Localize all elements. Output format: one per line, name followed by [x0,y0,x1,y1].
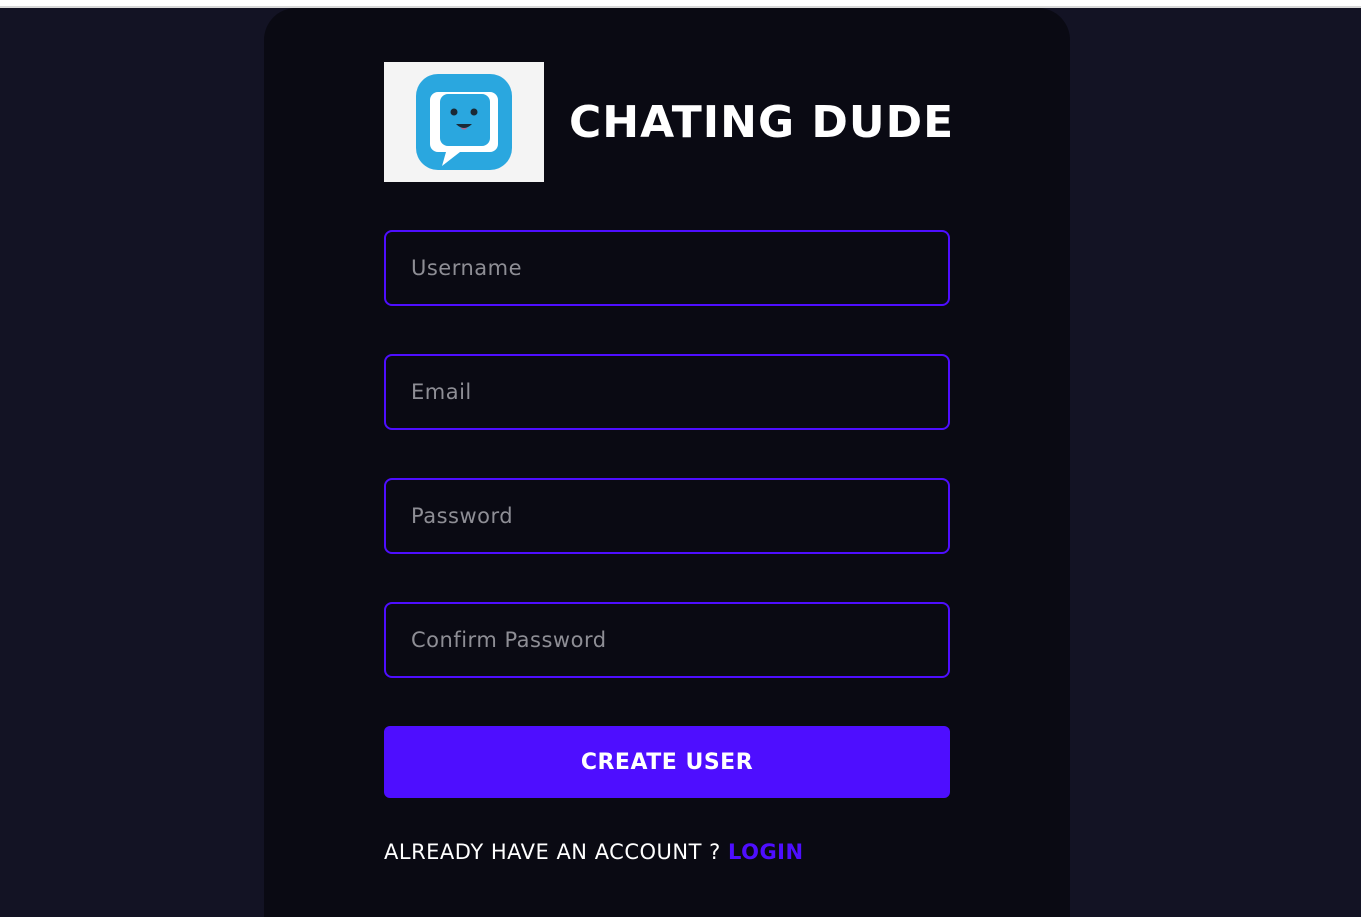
browser-top-strip [0,0,1361,8]
brand-title: CHATING DUDE [569,96,955,148]
login-prompt-text: ALREADY HAVE AN ACCOUNT ? [384,840,728,864]
login-prompt: ALREADY HAVE AN ACCOUNT ? LOGIN [384,840,804,864]
brand-header: CHATING DUDE [384,62,954,182]
username-field[interactable] [384,230,950,306]
login-link[interactable]: LOGIN [728,840,804,864]
confirm-password-field[interactable] [384,602,950,678]
password-field[interactable] [384,478,950,554]
chat-bubble-face-icon [384,62,544,182]
email-field[interactable] [384,354,950,430]
create-user-button[interactable]: CREATE USER [384,726,950,798]
